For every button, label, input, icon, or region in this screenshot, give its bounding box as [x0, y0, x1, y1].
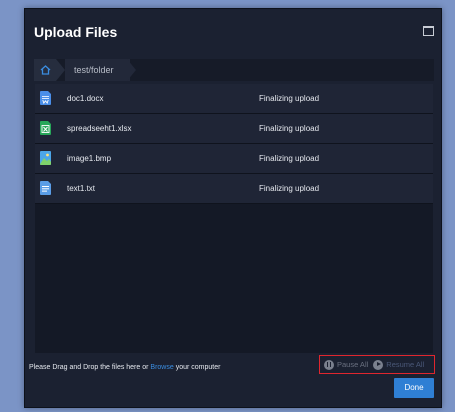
drag-drop-hint: Please Drag and Drop the files here or B… [29, 364, 220, 371]
home-icon [40, 65, 50, 75]
upload-files-dialog: Upload Files test/folder doc1.docx Final… [24, 8, 442, 408]
hint-text-before: Please Drag and Drop the files here or [29, 364, 151, 371]
dialog-title: Upload Files [34, 24, 118, 40]
browse-link[interactable]: Browse [150, 364, 173, 371]
file-row[interactable]: text1.txt Finalizing upload [35, 174, 433, 204]
file-status: Finalizing upload [259, 124, 320, 133]
file-row[interactable]: doc1.docx Finalizing upload [35, 84, 433, 114]
file-row[interactable]: image1.bmp Finalizing upload [35, 144, 433, 174]
image-file-icon [40, 151, 51, 165]
pause-resume-controls: Pause All Resume All [319, 355, 435, 374]
resume-all-button[interactable]: Resume All [373, 359, 425, 370]
word-doc-icon [40, 91, 51, 105]
file-name: text1.txt [67, 184, 96, 193]
file-name: doc1.docx [67, 94, 104, 103]
file-name: spreadseeht1.xlsx [67, 124, 132, 133]
breadcrumb-end-icon [127, 59, 136, 81]
pause-icon [324, 359, 334, 370]
breadcrumb-folder[interactable]: test/folder [65, 59, 130, 81]
resume-all-label: Resume All [386, 360, 425, 369]
breadcrumb-separator-icon [56, 59, 65, 81]
breadcrumb-home[interactable] [34, 59, 56, 81]
dialog-title-bar: Upload Files [25, 9, 441, 55]
file-status: Finalizing upload [259, 94, 320, 103]
play-icon [373, 359, 384, 370]
done-button[interactable]: Done [394, 378, 434, 398]
maximize-icon[interactable] [423, 26, 434, 36]
file-row[interactable]: spreadseeht1.xlsx Finalizing upload [35, 114, 433, 144]
file-status: Finalizing upload [259, 184, 320, 193]
file-name: image1.bmp [67, 154, 112, 163]
excel-sheet-icon [40, 121, 51, 135]
file-list: doc1.docx Finalizing upload spreadseeht1… [35, 84, 433, 353]
file-status: Finalizing upload [259, 154, 320, 163]
hint-text-after: your computer [173, 364, 221, 371]
pause-all-button[interactable]: Pause All [324, 359, 369, 370]
pause-all-label: Pause All [337, 360, 369, 369]
text-file-icon [40, 181, 51, 195]
breadcrumb: test/folder [34, 59, 434, 81]
